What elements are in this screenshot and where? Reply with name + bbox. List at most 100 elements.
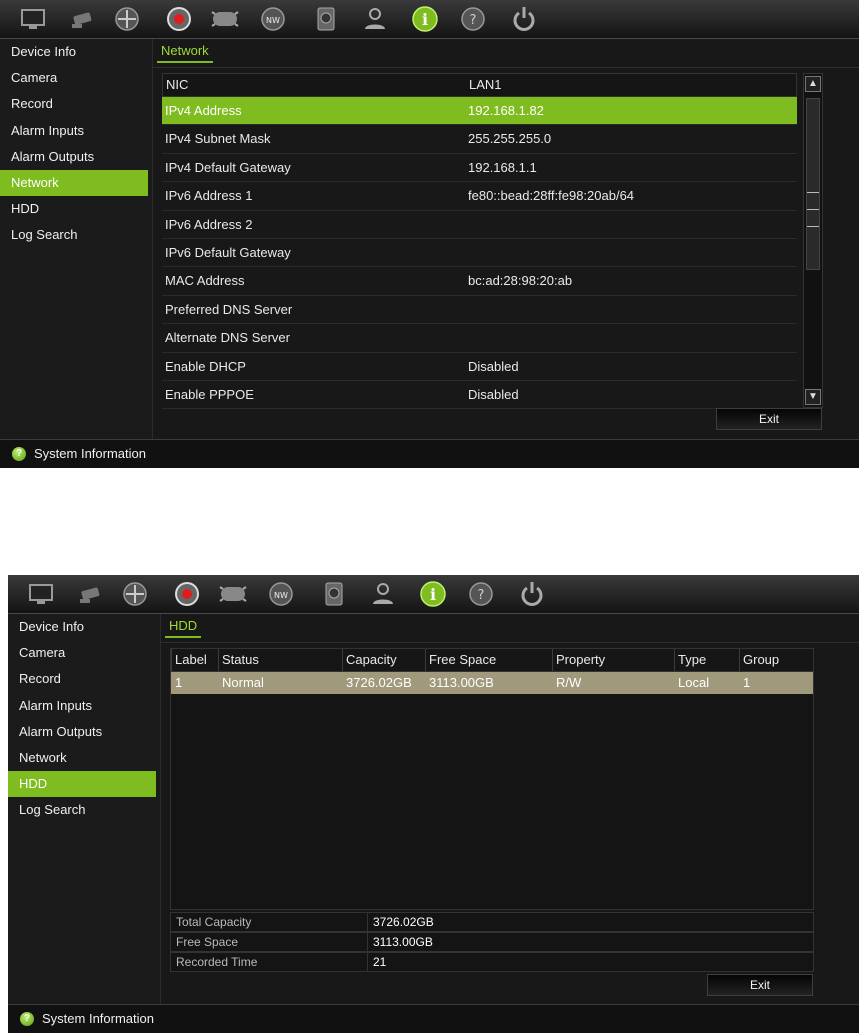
user-icon[interactable] <box>360 4 390 34</box>
scroll-mark <box>807 192 819 193</box>
row-label: IPv6 Address 1 <box>165 188 253 204</box>
camera-icon[interactable] <box>68 4 98 34</box>
sidebar-item-alarm-outputs[interactable]: Alarm Outputs <box>0 144 152 170</box>
table-row[interactable]: Enable PPPOE Disabled <box>162 381 797 410</box>
sidebar-item-camera[interactable]: Camera <box>0 65 152 91</box>
exit-button[interactable]: Exit <box>707 974 813 996</box>
alarm-icon[interactable] <box>218 579 248 609</box>
summary-recorded-time: Recorded Time 21 <box>170 952 814 972</box>
summary-value: 3726.02GB <box>367 913 434 931</box>
record-icon[interactable] <box>164 4 194 34</box>
table-cell: Local <box>678 675 710 690</box>
table-header: Label Status Capacity Free Space Property Typ… <box>171 649 813 672</box>
table-row[interactable]: IPv6 Address 1 fe80::bead:28ff:fe98:20ab/… <box>162 182 797 211</box>
info-icon[interactable]: i <box>410 4 440 34</box>
column-header[interactable]: Capacity <box>342 649 397 671</box>
row-value: 192.168.1.82 <box>468 103 544 118</box>
sidebar-item-alarm-outputs[interactable]: Alarm Outputs <box>8 719 160 745</box>
tab-hdd[interactable]: HDD <box>165 614 202 638</box>
sidebar-item-hdd[interactable]: HDD <box>0 196 152 222</box>
sidebar-item-log-search[interactable]: Log Search <box>8 797 160 823</box>
sidebar: Device Info Camera Record Alarm Inputs A… <box>8 614 160 1005</box>
column-header[interactable]: Type <box>674 649 706 671</box>
row-value: fe80::bead:28ff:fe98:20ab/64 <box>468 188 635 204</box>
sidebar-item-hdd[interactable]: HDD <box>8 771 156 798</box>
summary-label: Recorded Time <box>176 955 258 969</box>
row-value: bc:ad:28:98:20:ab <box>468 273 573 289</box>
power-icon[interactable] <box>517 579 547 609</box>
table-row[interactable]: Enable DHCP Disabled <box>162 353 797 381</box>
tab-bar: Network <box>153 39 859 68</box>
network-icon[interactable]: NW <box>266 579 296 609</box>
table-row[interactable]: IPv4 Default Gateway 192.168.1.1 <box>162 154 797 183</box>
scroll-up-icon[interactable]: ▲ <box>805 76 821 92</box>
sidebar-item-camera[interactable]: Camera <box>8 640 160 666</box>
summary-label: Free Space <box>176 935 239 949</box>
sidebar-item-alarm-inputs[interactable]: Alarm Inputs <box>0 118 152 144</box>
help-icon[interactable]: ? <box>466 579 496 609</box>
table-row[interactable]: Alternate DNS Server <box>162 324 797 353</box>
vertical-scrollbar[interactable]: ▲ ▼ <box>803 73 823 408</box>
table-cell: 1 <box>175 675 183 690</box>
sidebar-item-record[interactable]: Record <box>8 666 160 692</box>
top-toolbar: NW i? <box>8 575 859 614</box>
monitor-icon[interactable] <box>18 4 48 34</box>
row-value: 255.255.255.0 <box>468 131 552 147</box>
column-header[interactable]: Group <box>739 649 779 671</box>
main-panel: HDD Label Status Capacity Free Space Propert… <box>160 614 859 1005</box>
record-icon[interactable] <box>172 579 202 609</box>
camera-icon[interactable] <box>76 579 106 609</box>
scroll-thumb[interactable] <box>806 98 820 270</box>
status-bar: ? System Information <box>8 1004 859 1033</box>
ptz-icon[interactable] <box>120 579 150 609</box>
sidebar-item-record[interactable]: Record <box>0 91 152 117</box>
column-header[interactable]: Label <box>171 649 207 671</box>
status-text: System Information <box>34 446 146 461</box>
network-icon[interactable]: NW <box>258 4 288 34</box>
column-header[interactable]: Free Space <box>425 649 496 671</box>
help-icon: ? <box>20 1012 34 1026</box>
table-row[interactable]: Preferred DNS Server <box>162 296 797 325</box>
status-text: System Information <box>42 1011 154 1026</box>
help-icon: ? <box>12 447 26 461</box>
row-value: 192.168.1.1 <box>468 159 537 175</box>
sidebar-item-device-info[interactable]: Device Info <box>8 614 160 640</box>
row-label: IPv4 Address <box>165 103 242 118</box>
table-row[interactable]: IPv4 Address 192.168.1.82 <box>162 97 797 126</box>
scroll-mark <box>807 226 819 227</box>
table-cell: 1 <box>743 675 751 690</box>
exit-button[interactable]: Exit <box>716 408 822 430</box>
sidebar-item-log-search[interactable]: Log Search <box>0 222 152 248</box>
table-row[interactable]: MAC Address bc:ad:28:98:20:ab <box>162 267 797 296</box>
sidebar-item-network[interactable]: Network <box>0 169 148 197</box>
sidebar-item-device-info[interactable]: Device Info <box>0 39 152 65</box>
status-bar: ? System Information <box>0 439 859 468</box>
user-icon[interactable] <box>368 579 398 609</box>
table-cell: Normal <box>222 675 264 690</box>
svg-text:i: i <box>430 585 436 604</box>
ptz-icon[interactable] <box>112 4 142 34</box>
power-icon[interactable] <box>509 4 539 34</box>
table-row[interactable]: 1 Normal 3726.02GB 3113.00GB R/W Local 1 <box>171 672 813 694</box>
table-row[interactable]: IPv6 Default Gateway <box>162 239 797 268</box>
row-value: Disabled <box>468 358 519 374</box>
tab-network[interactable]: Network <box>157 39 213 63</box>
top-toolbar: NW i? <box>0 0 859 39</box>
info-icon[interactable]: i <box>418 579 448 609</box>
header-label: NIC <box>166 77 189 92</box>
table-row[interactable]: IPv6 Address 2 <box>162 211 797 239</box>
hdd-icon[interactable] <box>311 4 341 34</box>
svg-text:NW: NW <box>274 591 288 600</box>
sidebar-item-network[interactable]: Network <box>8 745 160 771</box>
help-icon[interactable]: ? <box>458 4 488 34</box>
alarm-icon[interactable] <box>210 4 240 34</box>
column-header[interactable]: Property <box>552 649 605 671</box>
hdd-icon[interactable] <box>319 579 349 609</box>
scroll-mark <box>807 209 819 210</box>
monitor-icon[interactable] <box>26 579 56 609</box>
sidebar-item-alarm-inputs[interactable]: Alarm Inputs <box>8 693 160 719</box>
scroll-down-icon[interactable]: ▼ <box>805 389 821 405</box>
column-header[interactable]: Status <box>218 649 259 671</box>
table-row[interactable]: IPv4 Subnet Mask 255.255.255.0 <box>162 125 797 154</box>
row-label: Alternate DNS Server <box>165 330 290 346</box>
